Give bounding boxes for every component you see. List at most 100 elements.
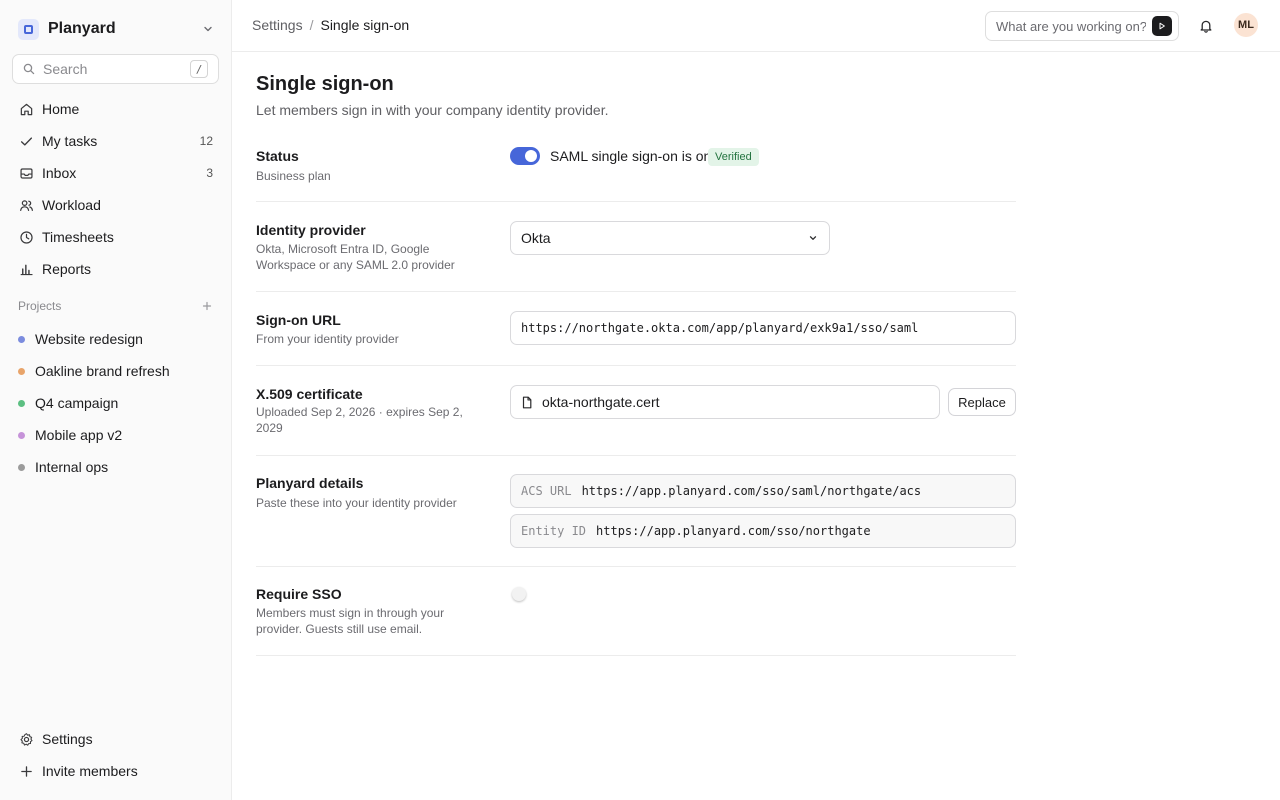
breadcrumb: Settings / Single sign-on bbox=[252, 17, 409, 33]
search-icon bbox=[23, 63, 35, 75]
sidebar-item-reports[interactable]: Reports bbox=[10, 255, 222, 283]
identity-provider-desc: Okta, Microsoft Entra ID, Google Workspa… bbox=[256, 242, 455, 272]
search-shortcut-key: / bbox=[190, 60, 208, 78]
sign-on-url-desc: From your identity provider bbox=[256, 332, 399, 346]
project-label: Website redesign bbox=[35, 331, 143, 347]
certificate-desc: Uploaded Sep 2, 2026 · expires Sep 2, 20… bbox=[256, 405, 463, 435]
status-title: Status bbox=[256, 148, 299, 164]
sidebar-item-label: Home bbox=[42, 101, 80, 117]
project-color-dot bbox=[18, 399, 25, 407]
bar-chart-icon bbox=[18, 261, 34, 277]
certificate-file-field[interactable]: okta-northgate.cert bbox=[510, 385, 940, 419]
sidebar-item-label: Inbox bbox=[42, 165, 77, 181]
gear-icon bbox=[18, 731, 34, 747]
sidebar-item-count: 12 bbox=[199, 134, 213, 148]
search-input[interactable] bbox=[43, 61, 173, 77]
sidebar-project-website-redesign[interactable]: Website redesign bbox=[10, 325, 222, 353]
replace-certificate-button[interactable]: Replace bbox=[948, 388, 1016, 416]
toggle-knob bbox=[525, 150, 537, 162]
entity-id-field[interactable]: Entity ID https://app.planyard.com/sso/n… bbox=[510, 514, 1016, 548]
project-label: Oakline brand refresh bbox=[35, 363, 170, 379]
sidebar-item-label: Reports bbox=[42, 261, 92, 277]
project-color-dot bbox=[18, 431, 25, 439]
planyard-details-title: Planyard details bbox=[256, 475, 364, 491]
sidebar-project-mobile-app-v2[interactable]: Mobile app v2 bbox=[10, 421, 222, 449]
require-sso-toggle[interactable] bbox=[510, 585, 540, 603]
project-color-dot bbox=[18, 335, 25, 343]
sidebar: Planyard / Home My tasks 12 Inbox 3 bbox=[0, 0, 232, 800]
project-color-dot bbox=[18, 367, 25, 375]
users-icon bbox=[18, 197, 34, 213]
section-divider bbox=[256, 201, 1016, 202]
page-title: Single sign-on bbox=[256, 73, 394, 95]
sidebar-item-timesheets[interactable]: Timesheets bbox=[10, 223, 222, 251]
plus-icon bbox=[18, 763, 34, 779]
certificate-title: X.509 certificate bbox=[256, 386, 363, 402]
play-icon bbox=[1158, 22, 1166, 30]
sidebar-item-home[interactable]: Home bbox=[10, 95, 222, 123]
status-badge: Verified bbox=[708, 148, 759, 166]
sidebar-item-label: Workload bbox=[42, 197, 101, 213]
acs-url-field[interactable]: ACS URL https://app.planyard.com/sso/sam… bbox=[510, 474, 1016, 508]
sign-on-url-field[interactable]: https://northgate.okta.com/app/planyard/… bbox=[510, 311, 1016, 345]
quick-ask-box[interactable] bbox=[985, 11, 1179, 41]
sidebar-item-my-tasks[interactable]: My tasks 12 bbox=[10, 127, 222, 155]
sidebar-item-label: My tasks bbox=[42, 133, 98, 149]
sso-enabled-toggle[interactable] bbox=[510, 147, 540, 165]
chevron-down-icon bbox=[202, 23, 214, 35]
certificate-filename: okta-northgate.cert bbox=[542, 394, 660, 410]
require-sso-title: Require SSO bbox=[256, 586, 342, 602]
section-divider bbox=[256, 455, 1016, 456]
page-subtitle: Let members sign in with your company id… bbox=[256, 102, 609, 118]
identity-provider-value: Okta bbox=[521, 230, 551, 246]
toggle-knob bbox=[512, 587, 526, 601]
chevron-down-icon bbox=[807, 232, 819, 244]
workspace-name: Planyard bbox=[48, 20, 116, 37]
sidebar-project-q4-campaign[interactable]: Q4 campaign bbox=[10, 389, 222, 417]
sidebar-item-invite-members[interactable]: Invite members bbox=[10, 757, 222, 785]
acs-url-value: https://app.planyard.com/sso/saml/northg… bbox=[581, 484, 922, 498]
breadcrumb-current: Single sign-on bbox=[320, 17, 410, 33]
sidebar-project-oakline-brand-refresh[interactable]: Oakline brand refresh bbox=[10, 357, 222, 385]
identity-provider-select[interactable]: Okta bbox=[510, 221, 830, 255]
sidebar-project-internal-ops[interactable]: Internal ops bbox=[10, 453, 222, 481]
sidebar-search[interactable]: / bbox=[12, 54, 219, 84]
top-bar: Settings / Single sign-on ML bbox=[232, 0, 1280, 52]
sidebar-item-label: Invite members bbox=[42, 763, 138, 779]
sso-status-text: SAML single sign-on is on bbox=[550, 148, 712, 164]
project-label: Internal ops bbox=[35, 459, 109, 475]
breadcrumb-settings-link[interactable]: Settings bbox=[252, 17, 303, 33]
require-sso-desc: Members must sign in through your provid… bbox=[256, 606, 445, 636]
project-color-dot bbox=[18, 463, 25, 471]
planyard-details-desc: Paste these into your identity provider bbox=[256, 496, 457, 510]
check-icon bbox=[18, 133, 34, 149]
add-project-icon[interactable] bbox=[200, 299, 214, 313]
sidebar-item-count: 3 bbox=[206, 166, 213, 180]
sidebar-item-settings[interactable]: Settings bbox=[10, 725, 222, 753]
sign-on-url-value: https://northgate.okta.com/app/planyard/… bbox=[521, 321, 919, 335]
quick-ask-submit-button[interactable] bbox=[1152, 16, 1172, 36]
sign-on-url-title: Sign-on URL bbox=[256, 312, 341, 328]
quick-ask-input[interactable] bbox=[996, 18, 1146, 34]
status-desc: Business plan bbox=[256, 169, 331, 183]
section-divider bbox=[256, 365, 1016, 366]
clock-icon bbox=[18, 229, 34, 245]
projects-section-header: Projects bbox=[18, 299, 214, 313]
sidebar-item-label: Timesheets bbox=[42, 229, 114, 245]
bell-icon[interactable] bbox=[1197, 17, 1215, 35]
sidebar-item-workload[interactable]: Workload bbox=[10, 191, 222, 219]
avatar[interactable]: ML bbox=[1234, 13, 1258, 37]
section-divider bbox=[256, 655, 1016, 656]
breadcrumb-separator: / bbox=[309, 17, 314, 33]
workspace-switcher[interactable]: Planyard bbox=[18, 18, 214, 40]
sidebar-item-inbox[interactable]: Inbox 3 bbox=[10, 159, 222, 187]
workspace-logo-icon bbox=[18, 18, 39, 40]
section-divider bbox=[256, 291, 1016, 292]
file-icon bbox=[521, 396, 533, 409]
home-icon bbox=[18, 101, 34, 117]
project-label: Mobile app v2 bbox=[35, 427, 123, 443]
project-label: Q4 campaign bbox=[35, 395, 119, 411]
acs-url-label: ACS URL bbox=[521, 484, 572, 498]
projects-section-title: Projects bbox=[18, 299, 62, 313]
entity-id-value: https://app.planyard.com/sso/northgate bbox=[596, 524, 871, 538]
